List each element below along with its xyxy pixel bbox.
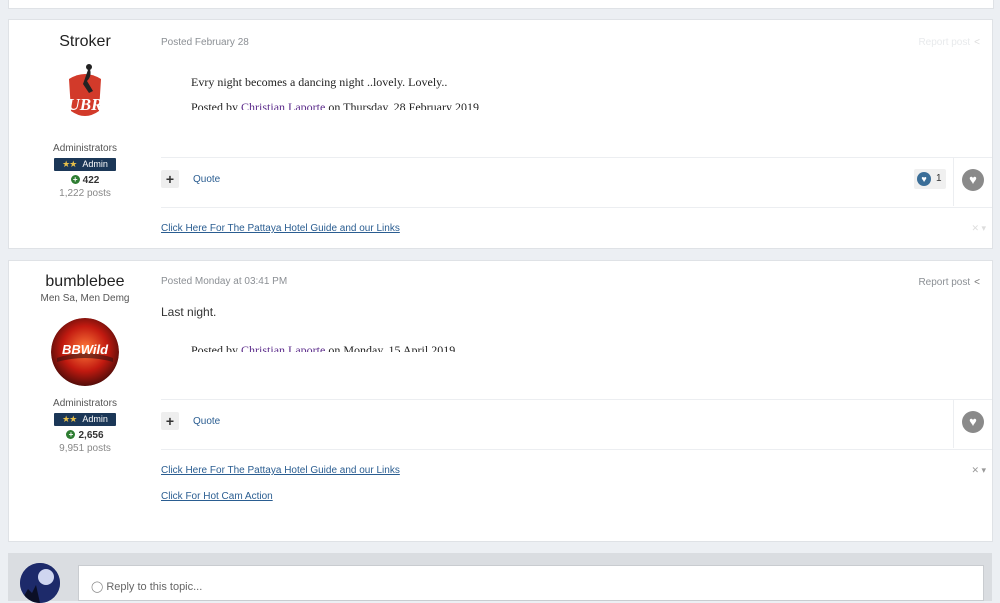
- speech-bubble-icon: ◯: [91, 581, 104, 593]
- reputation-value: 2,656: [78, 430, 104, 441]
- multiquote-button[interactable]: +: [161, 170, 179, 188]
- quote-button[interactable]: Quote: [193, 416, 220, 427]
- admin-badge: ★★ Admin: [54, 413, 116, 426]
- author-name[interactable]: Stroker: [9, 33, 161, 51]
- post-date[interactable]: Posted February 28: [161, 37, 992, 48]
- plus-icon: +: [66, 430, 76, 439]
- post-text: Evry night becomes a dancing night ..lov…: [191, 75, 448, 89]
- reaction-count-value: 1: [936, 173, 942, 184]
- post-content: Posted Monday at 03:41 PM Report post < L…: [161, 261, 992, 502]
- post-count: 9,951 posts: [59, 443, 111, 454]
- author-name[interactable]: bumblebee: [9, 273, 161, 291]
- avatar[interactable]: UBR: [51, 61, 119, 129]
- author-group: Administrators: [53, 143, 117, 154]
- heart-icon: ♥: [962, 169, 984, 191]
- heart-icon: ♥: [917, 172, 931, 186]
- posted-by-line: Posted by Christian Laporte on Thursday,…: [191, 100, 479, 110]
- badge-label: Admin: [82, 159, 108, 169]
- report-post-link[interactable]: Report post <: [918, 277, 980, 288]
- reputation[interactable]: +422: [9, 175, 161, 186]
- post-text: Last night.: [161, 305, 217, 319]
- share-icon[interactable]: <: [974, 277, 980, 288]
- posted-date-text: on Monday, 15 April 2019: [325, 343, 456, 352]
- multiquote-button[interactable]: +: [161, 412, 179, 430]
- avatar[interactable]: BBWild: [51, 318, 119, 386]
- avatar[interactable]: [20, 563, 60, 603]
- post-bumblebee: bumblebee Men Sa, Men Demg BBWild Admini…: [8, 260, 993, 542]
- author-panel: Stroker UBR Administrators ★★ Admin +422 …: [9, 20, 161, 199]
- badge-label: Admin: [82, 414, 108, 424]
- signature: Click Here For The Pattaya Hotel Guide a…: [161, 449, 992, 510]
- reaction-count[interactable]: ♥ 1: [914, 169, 946, 189]
- hotel-guide-link[interactable]: Click Here For The Pattaya Hotel Guide a…: [161, 465, 400, 476]
- author-link[interactable]: Christian Laporte: [241, 343, 325, 352]
- post-date[interactable]: Posted Monday at 03:41 PM: [161, 276, 992, 287]
- previous-post-bottom: [8, 0, 994, 9]
- hot-cam-link[interactable]: Click For Hot Cam Action: [161, 491, 273, 502]
- report-post-link[interactable]: Report post <: [918, 37, 980, 48]
- author-group: Administrators: [53, 398, 117, 409]
- report-label: Report post: [918, 277, 971, 288]
- share-icon[interactable]: <: [974, 37, 980, 48]
- close-icon[interactable]: ✕ ▾: [971, 223, 986, 234]
- plus-icon: +: [70, 175, 80, 184]
- report-label: Report post: [918, 37, 971, 48]
- quote-button[interactable]: Quote: [193, 174, 220, 185]
- reputation-value: 422: [82, 175, 100, 186]
- post-content: Posted February 28 Report post < Evry nig…: [161, 20, 992, 234]
- react-button[interactable]: ♥: [953, 400, 992, 448]
- admin-badge: ★★ Admin: [54, 158, 116, 171]
- post-count: 1,222 posts: [59, 188, 111, 199]
- author-panel: bumblebee Men Sa, Men Demg BBWild Admini…: [9, 261, 161, 454]
- reply-area: ◯ Reply to this topic...: [8, 553, 992, 603]
- signature: Click Here For The Pattaya Hotel Guide a…: [161, 207, 992, 248]
- post-controls: + Quote ♥: [161, 399, 992, 448]
- close-icon[interactable]: ✕ ▾: [971, 465, 986, 476]
- heart-icon: ♥: [962, 411, 984, 433]
- reputation[interactable]: +2,656: [9, 430, 161, 441]
- avatar-logo-text: UBR: [67, 95, 103, 114]
- reply-placeholder-text: Reply to this topic...: [106, 581, 203, 593]
- post-controls: + Quote ♥ 1 ♥: [161, 157, 992, 206]
- posted-date-text: on Thursday, 28 February 2019: [325, 100, 479, 110]
- reply-input[interactable]: ◯ Reply to this topic...: [78, 565, 984, 601]
- reply-placeholder: ◯ Reply to this topic...: [91, 580, 202, 593]
- author-link[interactable]: Christian Laporte: [241, 100, 325, 110]
- posted-by-label: Posted by: [191, 100, 242, 110]
- posted-by-label: Posted by: [191, 343, 242, 352]
- hotel-guide-link[interactable]: Click Here For The Pattaya Hotel Guide a…: [161, 223, 400, 234]
- post-stroker: Stroker UBR Administrators ★★ Admin +422 …: [8, 19, 993, 249]
- react-button[interactable]: ♥: [953, 158, 992, 206]
- avatar-logo-text: BBWild: [61, 342, 109, 357]
- posted-by-line: Posted by Christian Laporte on Monday, 1…: [191, 343, 455, 352]
- author-title: Men Sa, Men Demg: [40, 293, 130, 304]
